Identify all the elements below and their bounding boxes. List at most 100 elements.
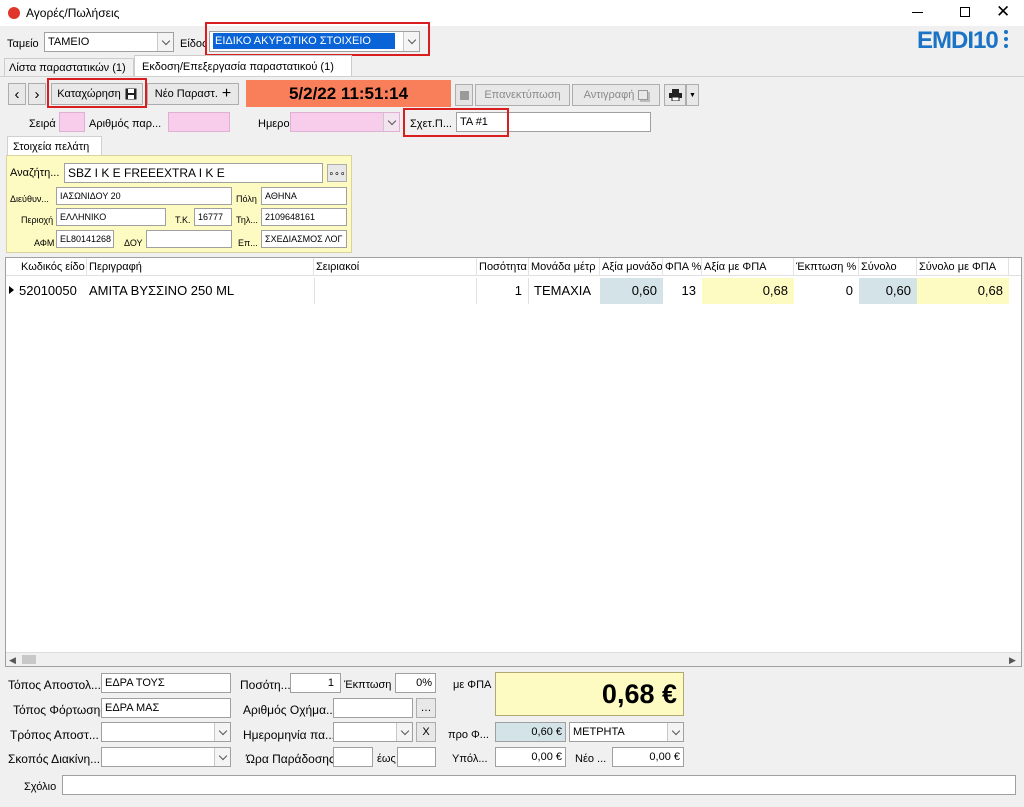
address-input[interactable]: ΙΑΣΩΝΙΔΟΥ 20	[56, 187, 232, 205]
tameio-select[interactable]: ΤΑΜΕΙΟ	[44, 32, 174, 52]
neo-label: Νέο ...	[575, 753, 607, 765]
more-menu-icon[interactable]	[1004, 30, 1008, 52]
total-value: 0,68 €	[601, 679, 677, 709]
ekptosi-label: Έκπτωση	[344, 679, 392, 691]
cell-code[interactable]: 52010050	[19, 278, 87, 304]
scroll-thumb[interactable]	[22, 655, 36, 664]
arithmos-label: Αριθμός παρ...	[89, 118, 162, 130]
ora-from-input[interactable]	[333, 747, 373, 767]
chevron-down-icon[interactable]	[214, 723, 230, 741]
col-unit[interactable]: Μονάδα μέτρ	[529, 258, 600, 276]
col-qty[interactable]: Ποσότητα	[477, 258, 529, 276]
ekptosi-input[interactable]: 0%	[395, 673, 436, 693]
minimize-icon[interactable]	[912, 12, 923, 13]
oxima-label: Αριθμός Οχήμα...	[243, 703, 337, 717]
cell-serial[interactable]	[314, 278, 477, 304]
horizontal-scrollbar[interactable]: ◀ ▶	[6, 652, 1021, 666]
chevron-down-icon[interactable]	[383, 113, 399, 131]
col-vat[interactable]: ΦΠΑ %	[663, 258, 702, 276]
tab-edit[interactable]: Εκδοση/Επεξεργασία παραστατικού (1)	[134, 55, 352, 77]
tropos-select[interactable]	[101, 722, 231, 742]
col-total-vat[interactable]: Σύνολο με ΦΠΑ	[917, 258, 1009, 276]
cell-value-vat[interactable]: 0,68	[702, 278, 794, 304]
save-button[interactable]: Καταχώρηση	[51, 83, 143, 105]
neo-input[interactable]: 0,00 €	[612, 747, 684, 767]
epag-value: ΣΧΕΔΙΑΣΜΟΣ ΛΟΓ	[265, 234, 343, 244]
cell-desc[interactable]: ΑΜΙΤΑ ΒΥΣΣΙΝΟ 250 ML	[87, 278, 314, 304]
plus-icon: +	[221, 85, 232, 102]
tab-divider	[0, 76, 1024, 77]
cell-discount[interactable]: 0	[794, 278, 859, 304]
payment-select[interactable]: ΜΕΤΡΗΤΑ	[569, 722, 684, 742]
area-value: ΕΛΛΗΝΙΚΟ	[60, 212, 107, 222]
doy-input[interactable]	[146, 230, 232, 248]
cell-qty[interactable]: 1	[477, 278, 529, 304]
ora-label: Ώρα Παράδοσης	[246, 752, 335, 766]
col-unit-value[interactable]: Αξία μονάδο	[600, 258, 663, 276]
seira-label: Σειρά	[29, 118, 56, 130]
maximize-icon[interactable]	[960, 7, 970, 17]
city-input[interactable]: ΑΘΗΝΑ	[261, 187, 347, 205]
col-discount[interactable]: Έκπτωση %	[794, 258, 859, 276]
cell-unit[interactable]: ΤΕΜΑΧΙΑ	[529, 278, 600, 304]
customer-search-value: SBZ I K E FREEEXTRA I K E	[68, 166, 225, 180]
close-icon[interactable]: ✕	[996, 2, 1010, 22]
seira-input[interactable]	[59, 112, 85, 132]
delivery-date-select[interactable]	[333, 722, 413, 742]
eidos-select[interactable]: ΕΙΔΙΚΟ ΑΚΥΡΩΤΙΚΟ ΣΤΟΙΧΕΙΟ	[209, 31, 420, 52]
area-input[interactable]: ΕΛΛΗΝΙΚΟ	[56, 208, 166, 226]
oxima-more-button[interactable]: …	[416, 698, 436, 718]
pro-label: προ Φ...	[448, 729, 489, 741]
topos-fort-value: ΕΔΡΑ ΜΑΣ	[105, 702, 160, 714]
prev-button[interactable]: ‹	[8, 83, 26, 105]
afm-input[interactable]: EL80141268	[56, 230, 114, 248]
epag-input[interactable]: ΣΧΕΔΙΑΣΜΟΣ ΛΟΓ	[261, 230, 347, 248]
printer-icon	[668, 89, 682, 101]
clear-date-button[interactable]: X	[416, 722, 436, 742]
chevron-down-icon[interactable]	[214, 748, 230, 766]
oxima-input[interactable]	[333, 698, 413, 718]
sxet-input[interactable]: ΤΑ #1	[456, 112, 651, 132]
tropos-label: Τρόπος Αποστ...	[10, 728, 99, 742]
next-button[interactable]: ›	[28, 83, 46, 105]
chevron-down-icon[interactable]	[667, 723, 683, 741]
topos-fort-input[interactable]: ΕΔΡΑ ΜΑΣ	[101, 698, 231, 718]
customer-search-input[interactable]: SBZ I K E FREEEXTRA I K E	[64, 163, 323, 183]
col-value-vat[interactable]: Αξία με ΦΠΑ	[702, 258, 794, 276]
chevron-down-icon[interactable]	[157, 33, 173, 51]
copy-button[interactable]: Αντιγραφή	[572, 84, 660, 106]
reprint-button[interactable]: Επανεκτύπωση	[475, 84, 570, 106]
col-serial[interactable]: Σειριακοί	[314, 258, 477, 276]
cell-unit-value[interactable]: 0,60	[600, 278, 663, 304]
cell-total[interactable]: 0,60	[859, 278, 917, 304]
save-label: Καταχώρηση	[57, 88, 121, 100]
date-select[interactable]	[290, 112, 400, 132]
customer-tab[interactable]: Στοιχεία πελάτη	[7, 136, 102, 156]
chevron-down-icon[interactable]	[396, 723, 412, 741]
col-total[interactable]: Σύνολο	[859, 258, 917, 276]
stop-icon	[459, 90, 469, 100]
print-dropdown[interactable]: ▼	[686, 84, 699, 106]
print-button[interactable]	[664, 84, 686, 106]
ypol-input[interactable]: 0,00 €	[495, 747, 566, 767]
scroll-left-icon[interactable]: ◀	[9, 653, 16, 667]
ora-to-input[interactable]	[397, 747, 436, 767]
scroll-right-icon[interactable]: ▶	[1009, 653, 1016, 667]
posot-input[interactable]: 1	[290, 673, 341, 693]
cell-vat[interactable]: 13	[663, 278, 702, 304]
new-doc-button[interactable]: Νέο Παραστ. +	[147, 83, 239, 105]
chevron-down-icon[interactable]	[403, 32, 419, 51]
more-button[interactable]: ∘∘∘	[327, 164, 347, 182]
skopos-select[interactable]	[101, 747, 231, 767]
tk-input[interactable]: 16777	[194, 208, 232, 226]
cell-total-vat[interactable]: 0,68	[917, 278, 1009, 304]
sxolio-input[interactable]	[62, 775, 1016, 795]
table-row[interactable]: 52010050 ΑΜΙΤΑ ΒΥΣΣΙΝΟ 250 ML 1 ΤΕΜΑΧΙΑ …	[6, 278, 1009, 304]
tab-list[interactable]: Λίστα παραστατικών (1)	[4, 58, 134, 76]
col-code[interactable]: Κωδικός είδο	[19, 258, 87, 276]
stop-button[interactable]	[455, 84, 473, 106]
phone-input[interactable]: 2109648161	[261, 208, 347, 226]
topos-apost-input[interactable]: ΕΔΡΑ ΤΟΥΣ	[101, 673, 231, 693]
arithmos-input[interactable]	[168, 112, 230, 132]
col-desc[interactable]: Περιγραφή	[87, 258, 314, 276]
